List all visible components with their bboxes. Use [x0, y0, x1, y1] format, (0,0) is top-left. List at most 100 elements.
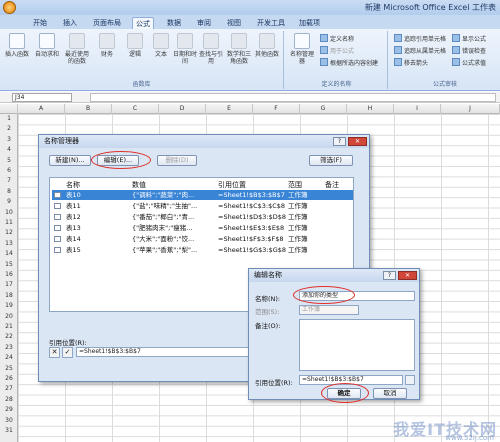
help-button[interactable]: ? — [333, 137, 346, 146]
name-manager-button[interactable]: 名称管理器 — [288, 33, 316, 65]
column-header[interactable]: C — [112, 104, 159, 114]
select-all-corner[interactable] — [0, 104, 18, 114]
row-header[interactable]: 1 — [0, 114, 18, 124]
recent-functions-button[interactable]: 最近使用的函数 — [64, 33, 90, 65]
delete-button[interactable]: 删除(D) — [157, 155, 197, 166]
header-comment[interactable]: 备注 — [325, 180, 339, 190]
more-functions-button[interactable]: 其他函数 — [254, 33, 280, 58]
list-item[interactable]: 表12 {"番茄";"椰白";"青... =Sheet1!$D$3:$D$8 工… — [52, 212, 353, 222]
formula-input[interactable] — [90, 93, 496, 102]
column-header[interactable]: E — [206, 104, 253, 114]
show-formulas-button[interactable]: 显示公式 — [452, 34, 486, 43]
cancel-edit-icon[interactable]: ✕ — [49, 347, 60, 358]
tab-insert[interactable]: 插入 — [60, 17, 80, 29]
list-item[interactable]: 表14 {"大米";"面粉";"饺... =Sheet1!$F$3:$F$8 工… — [52, 234, 353, 244]
list-item[interactable]: 表10 {"调料";"蔬菜";"肉... =Sheet1!$B$3:$B$7 工… — [52, 190, 353, 200]
column-header[interactable]: A — [18, 104, 65, 114]
row-header[interactable]: 21 — [0, 322, 18, 332]
row-header[interactable]: 4 — [0, 145, 18, 155]
confirm-edit-icon[interactable]: ✓ — [62, 347, 73, 358]
row-header[interactable]: 2 — [0, 124, 18, 134]
help-button[interactable]: ? — [383, 271, 396, 280]
create-from-selection-button[interactable]: 根据所选内容创建 — [320, 58, 378, 67]
row-header[interactable]: 12 — [0, 228, 18, 238]
header-name[interactable]: 名称 — [66, 180, 80, 190]
close-icon[interactable]: ✕ — [398, 271, 417, 280]
tab-review[interactable]: 审阅 — [194, 17, 214, 29]
row-header[interactable]: 13 — [0, 239, 18, 249]
row-header[interactable]: 23 — [0, 343, 18, 353]
error-checking-button[interactable]: 错误检查 — [452, 46, 486, 55]
row-header[interactable]: 18 — [0, 291, 18, 301]
row-header[interactable]: 16 — [0, 270, 18, 280]
row-header[interactable]: 20 — [0, 312, 18, 322]
comment-textarea[interactable] — [299, 319, 415, 371]
trace-dependents-button[interactable]: 追踪从属单元格 — [394, 46, 446, 55]
tab-home[interactable]: 开始 — [30, 17, 50, 29]
row-header[interactable]: 7 — [0, 176, 18, 186]
tab-developer[interactable]: 开发工具 — [254, 17, 288, 29]
financial-button[interactable]: 财务 — [94, 33, 120, 58]
column-header[interactable]: G — [300, 104, 347, 114]
insert-function-button[interactable]: 插入函数 — [4, 33, 30, 58]
office-button[interactable] — [3, 1, 16, 14]
row-header[interactable]: 15 — [0, 260, 18, 270]
row-header[interactable]: 26 — [0, 374, 18, 384]
row-header[interactable]: 11 — [0, 218, 18, 228]
tab-addins[interactable]: 加载项 — [296, 17, 323, 29]
window-title: 新建 Microsoft Office Excel 工作表 — [364, 3, 496, 12]
evaluate-formula-button[interactable]: 公式求值 — [452, 58, 486, 67]
date-time-button[interactable]: 日期和时间 — [172, 33, 198, 65]
filter-button[interactable]: 筛选(F) — [309, 155, 353, 166]
column-header[interactable]: B — [65, 104, 112, 114]
row-header[interactable]: 22 — [0, 332, 18, 342]
cancel-button[interactable]: 取消 — [373, 388, 407, 399]
autosum-button[interactable]: 自动求和 — [34, 33, 60, 58]
row-header[interactable]: 14 — [0, 249, 18, 259]
row-header[interactable]: 28 — [0, 395, 18, 405]
list-item[interactable]: 表13 {"肥猪肉末";"瘦猪... =Sheet1!$E$3:$E$8 工作簿 — [52, 223, 353, 233]
close-icon[interactable]: ✕ — [348, 137, 367, 146]
column-header[interactable]: H — [347, 104, 394, 114]
remove-arrows-button[interactable]: 移去箭头 — [394, 58, 428, 67]
collapse-dialog-icon[interactable] — [405, 375, 415, 385]
row-header[interactable]: 25 — [0, 364, 18, 374]
row-header[interactable]: 24 — [0, 353, 18, 363]
tab-data[interactable]: 数据 — [164, 17, 184, 29]
formula-bar: J34 — [0, 92, 500, 103]
list-item[interactable]: 表11 {"盐";"味精";"生抽"... =Sheet1!$C$3:$C$8 … — [52, 201, 353, 211]
row-header[interactable]: 6 — [0, 166, 18, 176]
column-header[interactable]: F — [253, 104, 300, 114]
name-box[interactable]: J34 — [12, 93, 72, 102]
new-button[interactable]: 新建(N)... — [49, 155, 91, 166]
trace-precedents-button[interactable]: 追踪引用单元格 — [394, 34, 446, 43]
scope-select[interactable]: 工作簿 — [299, 305, 359, 315]
header-value[interactable]: 数值 — [132, 180, 146, 190]
row-header[interactable]: 3 — [0, 135, 18, 145]
row-header[interactable]: 31 — [0, 426, 18, 436]
column-header[interactable]: I — [394, 104, 441, 114]
lookup-reference-button[interactable]: 查找与引用 — [198, 33, 224, 65]
row-header[interactable]: 10 — [0, 208, 18, 218]
column-header[interactable]: D — [159, 104, 206, 114]
header-refers-to[interactable]: 引用位置 — [218, 180, 246, 190]
use-in-formula-button[interactable]: 用于公式 — [320, 46, 354, 55]
header-scope[interactable]: 范围 — [288, 180, 302, 190]
row-header[interactable]: 29 — [0, 405, 18, 415]
tab-formulas[interactable]: 公式 — [132, 17, 154, 29]
row-header[interactable]: 8 — [0, 187, 18, 197]
row-header[interactable]: 27 — [0, 384, 18, 394]
logical-button[interactable]: 逻辑 — [122, 33, 148, 58]
math-trig-button[interactable]: 数学和三角函数 — [226, 33, 252, 65]
row-header[interactable]: 5 — [0, 156, 18, 166]
tab-view[interactable]: 视图 — [224, 17, 244, 29]
row-header[interactable]: 17 — [0, 280, 18, 290]
list-item[interactable]: 表15 {"苹果";"香蕉";"梨"... =Sheet1!$G$3:$G$8 … — [52, 245, 353, 255]
define-name-button[interactable]: 定义名称 — [320, 34, 354, 43]
row-header[interactable]: 9 — [0, 197, 18, 207]
tab-page-layout[interactable]: 页面布局 — [90, 17, 124, 29]
row-header[interactable]: 19 — [0, 301, 18, 311]
column-header[interactable]: J — [441, 104, 500, 114]
row-header[interactable]: 30 — [0, 416, 18, 426]
text-button[interactable]: 文本 — [148, 33, 174, 58]
